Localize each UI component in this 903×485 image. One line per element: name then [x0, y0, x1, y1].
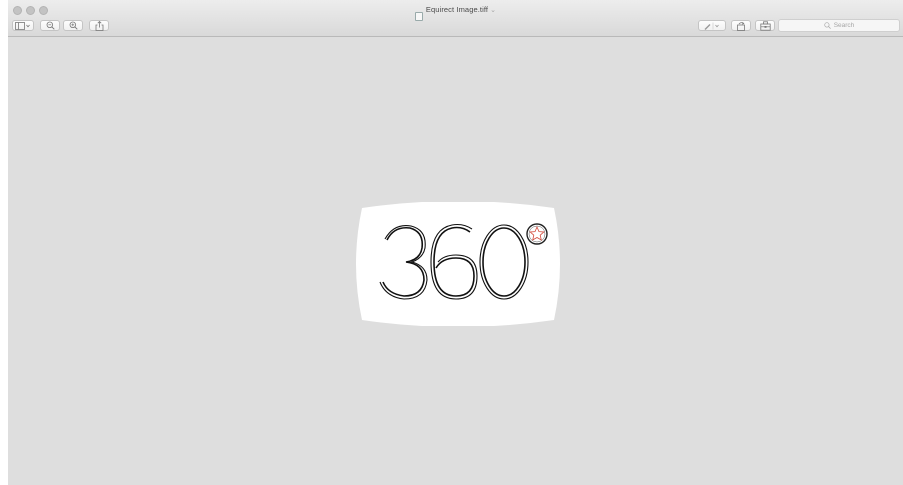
title-bar: iEquirect Image.tiff⌄	[8, 0, 903, 37]
equirect-image	[356, 202, 560, 326]
image-panel	[356, 202, 560, 326]
search-placeholder: Search	[833, 22, 855, 29]
toolbox-icon	[759, 20, 771, 31]
zoom-out-button[interactable]	[40, 20, 60, 31]
sidebar-icon	[15, 21, 30, 30]
zoom-in-button[interactable]	[63, 20, 83, 31]
document-image	[354, 202, 562, 326]
sidebar-button[interactable]	[12, 20, 34, 31]
search-icon	[824, 22, 831, 29]
title-chevron-icon: ⌄	[490, 7, 497, 14]
zoom-in-icon	[69, 21, 78, 30]
share-button[interactable]	[89, 20, 109, 31]
zoom-out-icon	[46, 21, 55, 30]
star-circle-icon	[526, 223, 548, 245]
pen-icon	[704, 22, 719, 30]
share-icon	[95, 20, 103, 31]
toolbox-button[interactable]	[755, 20, 775, 31]
preview-window: iEquirect Image.tiff⌄	[8, 0, 903, 485]
rotate-icon	[737, 21, 745, 31]
rotate-button[interactable]	[731, 20, 751, 31]
markup-button[interactable]	[698, 20, 726, 31]
document-icon: i	[414, 12, 423, 21]
window-title-text: Equirect Image.tiff	[425, 5, 489, 14]
search-field[interactable]: Search	[778, 19, 900, 32]
document-canvas[interactable]	[8, 37, 903, 485]
window-title[interactable]: iEquirect Image.tiff⌄	[8, 5, 903, 21]
